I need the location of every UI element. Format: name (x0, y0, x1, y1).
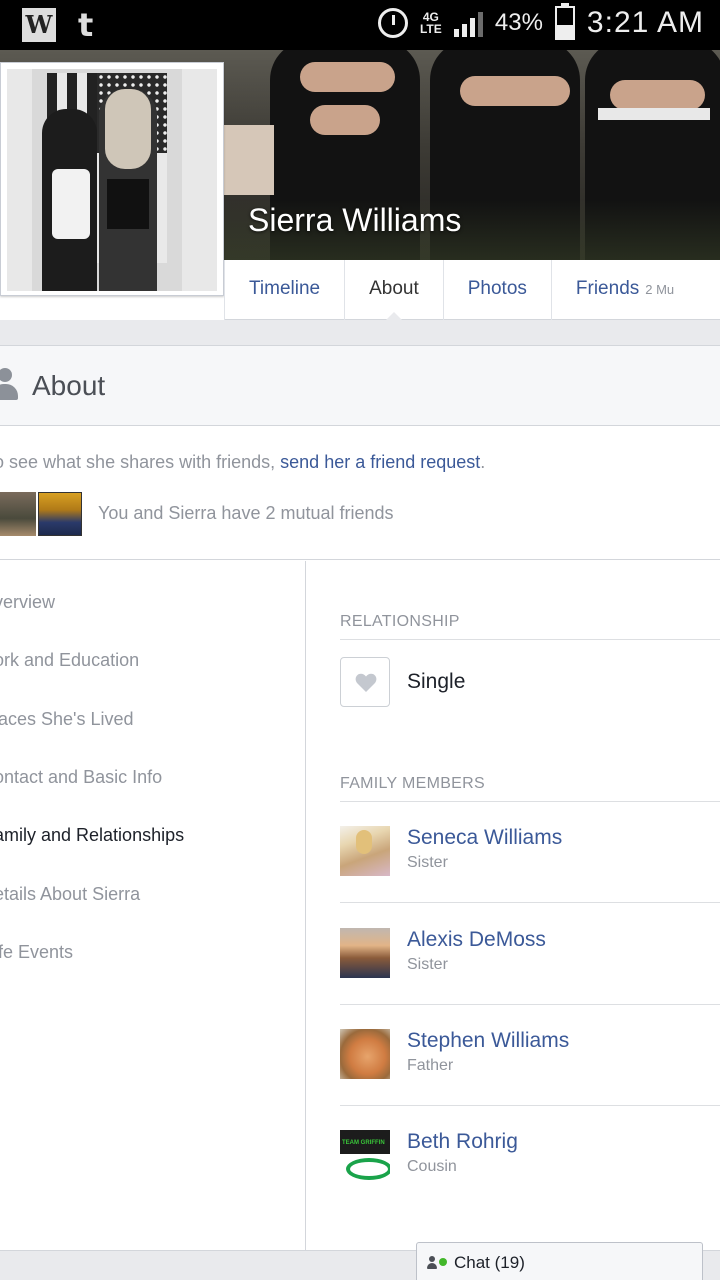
chat-button[interactable]: Chat (19) (416, 1242, 703, 1280)
tab-about[interactable]: About (344, 260, 443, 321)
online-status-icon (439, 1258, 447, 1266)
tumblr-icon: t (78, 6, 94, 44)
nav-overview[interactable]: verview (0, 592, 55, 613)
mutual-friends-text[interactable]: You and Sierra have 2 mutual friends (98, 503, 394, 524)
status-bar: W t 4G LTE 43% 3:21 AM (0, 0, 720, 50)
battery-icon (554, 3, 575, 40)
section-title: About (32, 370, 106, 401)
nav-contact-info[interactable]: ontact and Basic Info (0, 767, 162, 788)
about-header: About (0, 346, 720, 426)
friends-count: 2 Mu (645, 282, 675, 297)
nav-family-relationships[interactable]: amily and Relationships (0, 825, 184, 846)
member-avatar[interactable] (340, 1029, 390, 1079)
member-avatar[interactable] (340, 928, 390, 978)
relationship-status: Single (407, 670, 466, 693)
relationship-heading: RELATIONSHIP (340, 613, 460, 630)
mutual-friend-avatar[interactable] (0, 492, 36, 536)
friend-request-prompt: o see what she shares with friends, send… (0, 452, 486, 472)
member-avatar[interactable] (340, 826, 390, 876)
chat-label: Chat (19) (454, 1253, 525, 1272)
clock: 3:21 AM (586, 6, 704, 39)
member-relation: Sister (407, 956, 448, 973)
family-relationships-panel: RELATIONSHIP Single FAMILY MEMBERS Senec… (307, 561, 720, 1251)
profile-name: Sierra Williams (248, 202, 462, 238)
nav-places-lived[interactable]: laces She's Lived (0, 709, 134, 730)
person-icon (0, 368, 18, 400)
member-avatar[interactable]: TEAM GRIFFIN (340, 1130, 390, 1180)
alarm-icon (377, 8, 408, 38)
member-name[interactable]: Alexis DeMoss (407, 928, 546, 952)
battery-percent: 43% (494, 9, 543, 36)
about-sidebar: verview ork and Education laces She's Li… (0, 561, 306, 1251)
person-icon (427, 1256, 437, 1270)
member-relation: Cousin (407, 1158, 457, 1175)
member-name[interactable]: Stephen Williams (407, 1029, 569, 1053)
tab-photos[interactable]: Photos (442, 260, 551, 320)
signal-icon (453, 9, 483, 37)
about-intro: o see what she shares with friends, send… (0, 426, 720, 560)
tab-friends[interactable]: Friends 2 Mu (550, 260, 698, 320)
nav-details[interactable]: etails About Sierra (0, 884, 140, 905)
profile-tabs: Timeline About Photos Friends 2 Mu (224, 260, 720, 321)
family-member[interactable]: Stephen Williams Father (340, 1005, 720, 1106)
network-type-icon: 4G LTE (419, 10, 442, 36)
nav-work-education[interactable]: ork and Education (0, 650, 139, 671)
family-member[interactable]: Alexis DeMoss Sister (340, 904, 720, 1005)
member-name[interactable]: Seneca Williams (407, 826, 562, 850)
profile-picture[interactable] (0, 62, 224, 296)
member-relation: Sister (407, 854, 448, 871)
family-member[interactable]: Seneca Williams Sister (340, 802, 720, 903)
tab-timeline[interactable]: Timeline (224, 260, 344, 320)
send-friend-request-link[interactable]: send her a friend request (280, 452, 480, 472)
heart-icon (340, 657, 390, 707)
nav-life-events[interactable]: ife Events (0, 942, 73, 963)
avatar-text: TEAM GRIFFIN (342, 1140, 385, 1146)
mutual-friends-thumbnails[interactable] (0, 492, 82, 536)
family-heading: FAMILY MEMBERS (340, 775, 485, 792)
mutual-friend-avatar[interactable] (38, 492, 82, 536)
divider-band (0, 320, 720, 346)
member-relation: Father (407, 1057, 454, 1074)
family-member[interactable]: TEAM GRIFFIN Beth Rohrig Cousin (340, 1106, 720, 1207)
member-name[interactable]: Beth Rohrig (407, 1130, 518, 1154)
w-app-icon: W (22, 8, 56, 42)
